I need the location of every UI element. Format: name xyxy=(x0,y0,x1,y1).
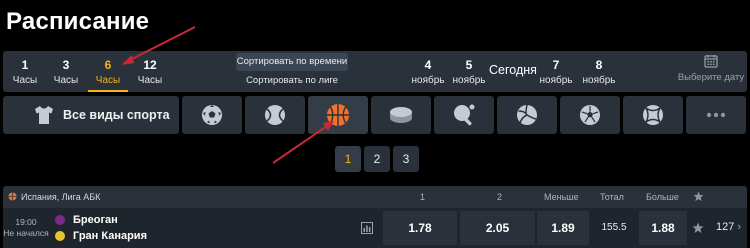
day-5-button[interactable]: 5 ноябрь xyxy=(449,51,489,92)
basketball-small-icon xyxy=(8,192,17,201)
total-value: 155.5 xyxy=(601,222,627,233)
table-tennis-icon xyxy=(454,104,475,126)
soccer-ball-icon xyxy=(202,105,222,125)
more-icon xyxy=(706,112,726,118)
sport-basketball-button[interactable] xyxy=(308,96,368,134)
day-8-num: 8 xyxy=(595,58,603,72)
league-header: Испания, Лига АБК 1 2 Меньше Тотал Больш… xyxy=(3,186,747,208)
hours-6-unit: Часы xyxy=(95,75,121,86)
sort-by-time-button[interactable]: Сортировать по времени xyxy=(236,53,348,71)
sport-futsal-button[interactable] xyxy=(560,96,620,134)
sport-hockey-button[interactable] xyxy=(371,96,431,134)
hours-3-num: 3 xyxy=(62,58,70,72)
hours-3-unit: Часы xyxy=(53,75,79,86)
sport-table-tennis-button[interactable] xyxy=(434,96,494,134)
sport-volleyball-button[interactable] xyxy=(497,96,557,134)
col-total-header: Тотал xyxy=(600,192,624,202)
hockey-puck-icon xyxy=(390,107,412,123)
day-8-unit: ноябрь xyxy=(582,75,616,86)
day-8-button[interactable]: 8 ноябрь xyxy=(579,51,619,92)
team-home-name: Бреоган xyxy=(73,214,118,226)
day-5-num: 5 xyxy=(465,58,473,72)
futsal-ball-icon xyxy=(580,105,600,125)
today-button[interactable]: Сегодня xyxy=(489,63,537,77)
odd-2-button[interactable]: 2.05 xyxy=(460,211,535,245)
date-picker-label: Выберите дату xyxy=(677,72,745,83)
hours-6-button[interactable]: 6 Часы xyxy=(88,51,128,92)
chevron-right-icon: › xyxy=(737,221,742,233)
page-2-button[interactable]: 2 xyxy=(364,146,390,172)
col-2-header: 2 xyxy=(497,192,503,202)
day-4-num: 4 xyxy=(424,58,432,72)
hours-1-num: 1 xyxy=(21,58,29,72)
league-name: Испания, Лига АБК xyxy=(21,192,101,202)
jersey-icon xyxy=(35,106,53,124)
calendar-icon xyxy=(704,55,718,68)
pagination: 1 2 3 xyxy=(335,146,419,172)
hours-1-button[interactable]: 1 Часы xyxy=(5,51,45,92)
day-5-unit: ноябрь xyxy=(452,75,486,86)
all-sports-label: Все виды спорта xyxy=(63,108,170,122)
day-7-button[interactable]: 7 ноябрь xyxy=(536,51,576,92)
favorite-star-icon[interactable] xyxy=(692,222,704,234)
sport-handball-button[interactable] xyxy=(623,96,683,134)
hours-12-button[interactable]: 12 Часы xyxy=(130,51,170,92)
more-sports-button[interactable] xyxy=(686,96,746,134)
col-under-header: Меньше xyxy=(544,192,579,202)
stats-icon[interactable] xyxy=(361,222,373,234)
day-7-num: 7 xyxy=(552,58,560,72)
time-filter-bar: 1 Часы 3 Часы 6 Часы 12 Часы Сортировать… xyxy=(3,51,747,92)
tennis-ball-icon xyxy=(265,105,285,125)
date-picker-button[interactable]: Выберите дату xyxy=(677,54,745,90)
event-time-block: 19:00 Не начался xyxy=(3,217,49,239)
more-markets-button[interactable]: 127 › xyxy=(716,221,741,233)
team-away[interactable]: Гран Канария xyxy=(55,230,147,242)
team-away-logo xyxy=(55,231,65,242)
event-time: 19:00 xyxy=(15,217,37,227)
odd-1-button[interactable]: 1.78 xyxy=(383,211,457,245)
event-row[interactable]: 19:00 Не начался Бреоган Гран Канария 1.… xyxy=(3,208,747,248)
all-sports-button[interactable]: Все виды спорта xyxy=(3,96,179,134)
hours-12-unit: Часы xyxy=(137,75,163,86)
hours-1-unit: Часы xyxy=(12,75,38,86)
sport-tennis-button[interactable] xyxy=(245,96,305,134)
sport-soccer-button[interactable] xyxy=(182,96,242,134)
odd-under-button[interactable]: 1.89 xyxy=(537,211,589,245)
sort-by-league-button[interactable]: Сортировать по лиге xyxy=(236,72,348,90)
basketball-icon xyxy=(327,104,349,126)
page-3-button[interactable]: 3 xyxy=(393,146,419,172)
col-over-header: Больше xyxy=(646,192,679,202)
team-home[interactable]: Бреоган xyxy=(55,214,118,226)
hours-6-num: 6 xyxy=(104,58,112,72)
day-7-unit: ноябрь xyxy=(539,75,573,86)
col-1-header: 1 xyxy=(420,192,426,202)
event-status: Не начался xyxy=(3,228,49,238)
more-markets-count: 127 xyxy=(716,221,735,233)
team-home-logo xyxy=(55,215,65,226)
day-4-button[interactable]: 4 ноябрь xyxy=(408,51,448,92)
volleyball-icon xyxy=(517,104,537,125)
hours-3-button[interactable]: 3 Часы xyxy=(46,51,86,92)
odd-over-button[interactable]: 1.88 xyxy=(639,211,687,245)
day-4-unit: ноябрь xyxy=(411,75,445,86)
team-away-name: Гран Канария xyxy=(73,230,147,242)
star-icon[interactable] xyxy=(693,191,704,202)
page-title: Расписание xyxy=(6,8,150,35)
page-1-button[interactable]: 1 xyxy=(335,146,361,172)
handball-icon xyxy=(643,105,663,125)
sports-filter-bar: Все виды спорта xyxy=(3,96,747,134)
hours-12-num: 12 xyxy=(143,58,157,72)
